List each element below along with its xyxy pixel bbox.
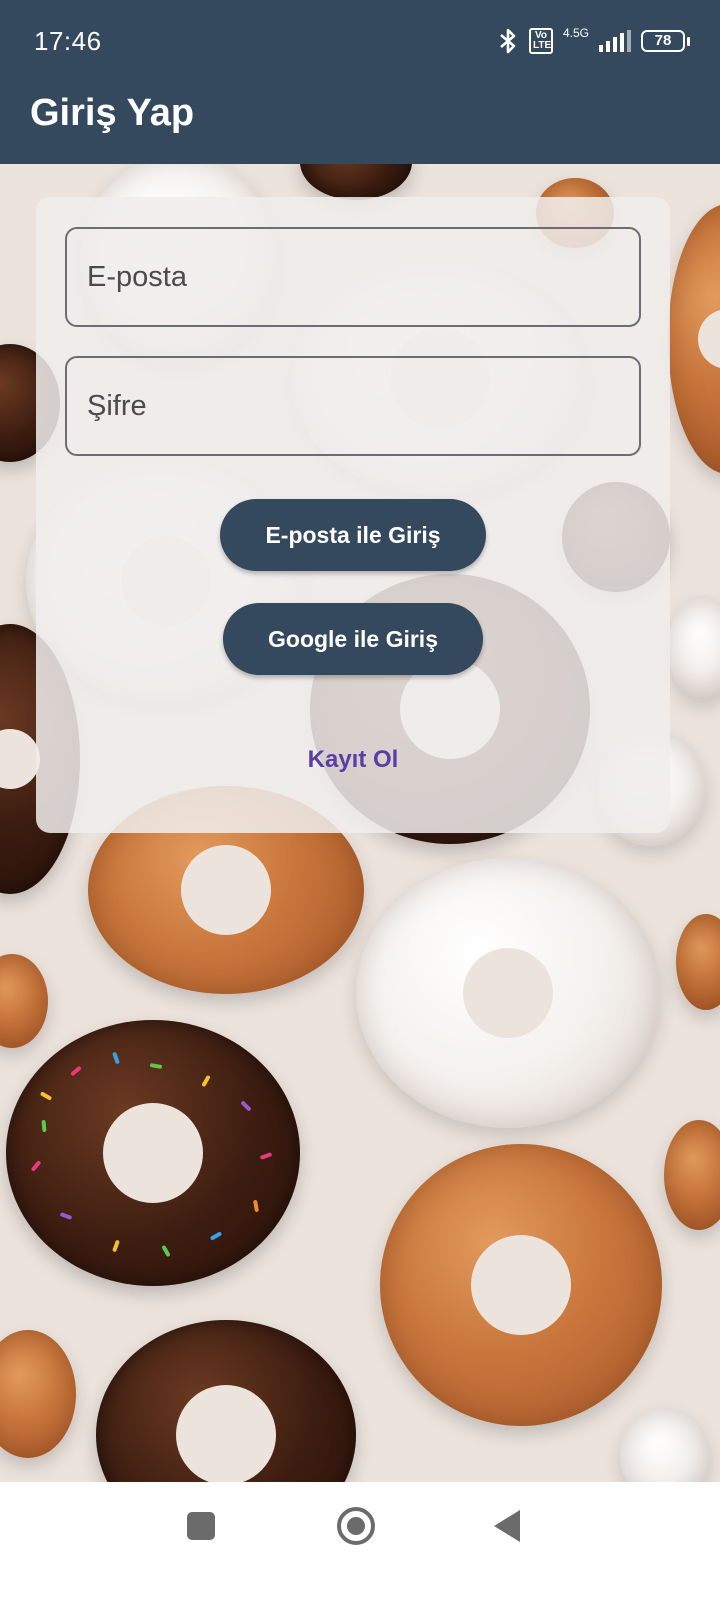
battery-level: 78 — [641, 30, 685, 52]
signal-icon — [599, 30, 631, 52]
status-bar: 17:46 Vo LTE 4.5G 78 — [0, 0, 720, 84]
email-login-button[interactable]: E-posta ile Giriş — [220, 499, 486, 571]
status-time: 17:46 — [34, 26, 102, 56]
back-icon[interactable] — [494, 1510, 520, 1542]
register-link[interactable]: Kayıt Ol — [36, 746, 670, 774]
volte-icon: Vo LTE — [528, 28, 553, 54]
network-type-label: 4.5G — [562, 26, 589, 40]
recent-apps-icon[interactable] — [187, 1512, 215, 1540]
password-field[interactable] — [65, 356, 641, 456]
password-input[interactable] — [67, 358, 639, 454]
bluetooth-icon — [500, 28, 516, 54]
email-field[interactable] — [65, 227, 641, 327]
google-login-button[interactable]: Google ile Giriş — [223, 603, 483, 675]
status-icons: Vo LTE 4.5G 78 — [497, 26, 690, 56]
login-card: E-posta ile Giriş Google ile Giriş Kayıt… — [36, 197, 670, 833]
email-input[interactable] — [67, 229, 639, 325]
battery-icon: 78 — [641, 30, 690, 52]
system-nav-bar — [0, 1482, 720, 1600]
page-title: Giriş Yap — [30, 92, 195, 134]
app-bar: Giriş Yap — [0, 84, 720, 164]
home-icon[interactable] — [337, 1507, 375, 1545]
